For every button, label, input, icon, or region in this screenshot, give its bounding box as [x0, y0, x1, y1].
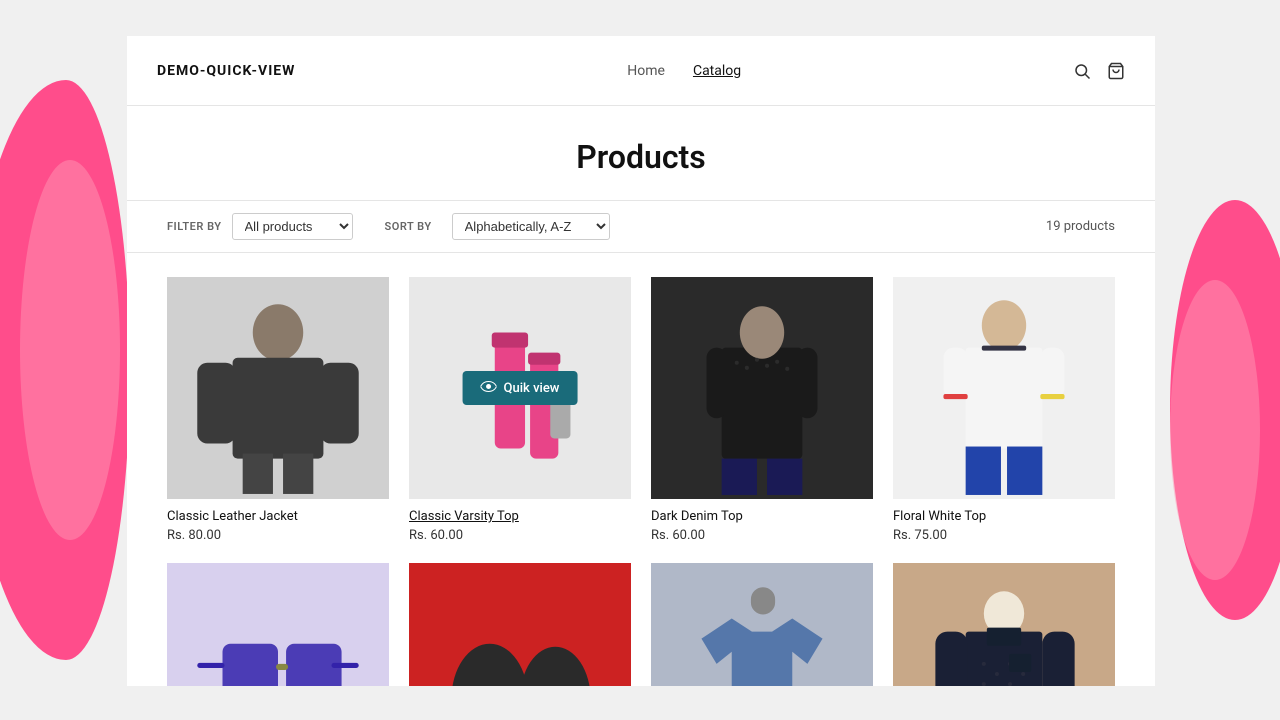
nav-links: Home Catalog — [627, 63, 741, 79]
product-card[interactable]: SunglassesRs. 40.00 — [167, 563, 389, 686]
nav-home[interactable]: Home — [627, 63, 665, 79]
filter-select[interactable]: All products Tops Jackets Shoes Accessor… — [232, 213, 353, 240]
product-card[interactable]: Black Ankle BootsRs. 90.00 — [409, 563, 631, 686]
sort-section: SORT BY Alphabetically, A-Z Alphabetical… — [385, 213, 610, 240]
product-image-wrap — [409, 563, 631, 686]
navbar-icons — [1073, 62, 1125, 80]
cart-icon — [1107, 62, 1125, 80]
filter-by-label: FILTER BY — [167, 220, 222, 233]
product-price: Rs. 75.00 — [893, 528, 1115, 543]
brand-logo: DEMO-QUICK-VIEW — [157, 63, 295, 79]
nav-catalog[interactable]: Catalog — [693, 63, 741, 79]
product-card[interactable]: Quik view Classic Varsity Top Rs. 60.00 — [409, 277, 631, 543]
page-title: Products — [127, 138, 1155, 176]
sort-select[interactable]: Alphabetically, A-Z Alphabetically, Z-A … — [452, 213, 610, 240]
product-image-wrap — [167, 277, 389, 499]
search-button[interactable] — [1073, 62, 1091, 80]
product-image-wrap: Quik view — [409, 277, 631, 499]
product-card[interactable]: Classic Leather Jacket Rs. 80.00 — [167, 277, 389, 543]
navbar: DEMO-QUICK-VIEW Home Catalog — [127, 36, 1155, 106]
sort-by-label: SORT BY — [385, 220, 432, 233]
quick-view-label: Quik view — [504, 381, 560, 396]
search-icon — [1073, 62, 1091, 80]
blob-left-light — [20, 160, 120, 540]
product-image-wrap — [167, 563, 389, 686]
product-card[interactable]: Dark Denim Top Rs. 60.00 — [651, 277, 873, 543]
product-price: Rs. 80.00 — [167, 528, 389, 543]
page-title-section: Products — [127, 106, 1155, 200]
product-card[interactable]: Floral White Top Rs. 75.00 — [893, 277, 1115, 543]
product-link[interactable]: Classic Varsity Top — [409, 509, 519, 524]
product-price: Rs. 60.00 — [651, 528, 873, 543]
main-container: DEMO-QUICK-VIEW Home Catalog Products FI… — [127, 36, 1155, 686]
product-image-wrap — [651, 277, 873, 499]
blob-right-light — [1170, 280, 1260, 580]
product-name: Dark Denim Top — [651, 509, 873, 524]
product-grid: Classic Leather Jacket Rs. 80.00 Quik vie… — [127, 253, 1155, 686]
product-name: Classic Leather Jacket — [167, 509, 389, 524]
product-image-wrap — [893, 277, 1115, 499]
product-name: Classic Varsity Top — [409, 509, 631, 524]
product-price: Rs. 60.00 — [409, 528, 631, 543]
eye-icon — [481, 380, 497, 396]
quick-view-button[interactable]: Quik view — [463, 371, 578, 405]
cart-button[interactable] — [1107, 62, 1125, 80]
product-image-wrap — [893, 563, 1115, 686]
product-image-wrap — [651, 563, 873, 686]
product-name: Floral White Top — [893, 509, 1115, 524]
product-card[interactable]: Blue T-ShirtRs. 35.00 — [651, 563, 873, 686]
products-count: 19 products — [1046, 219, 1115, 234]
product-card[interactable]: Navy Dotted ShirtRs. 55.00 — [893, 563, 1115, 686]
filter-bar: FILTER BY All products Tops Jackets Shoe… — [127, 200, 1155, 253]
